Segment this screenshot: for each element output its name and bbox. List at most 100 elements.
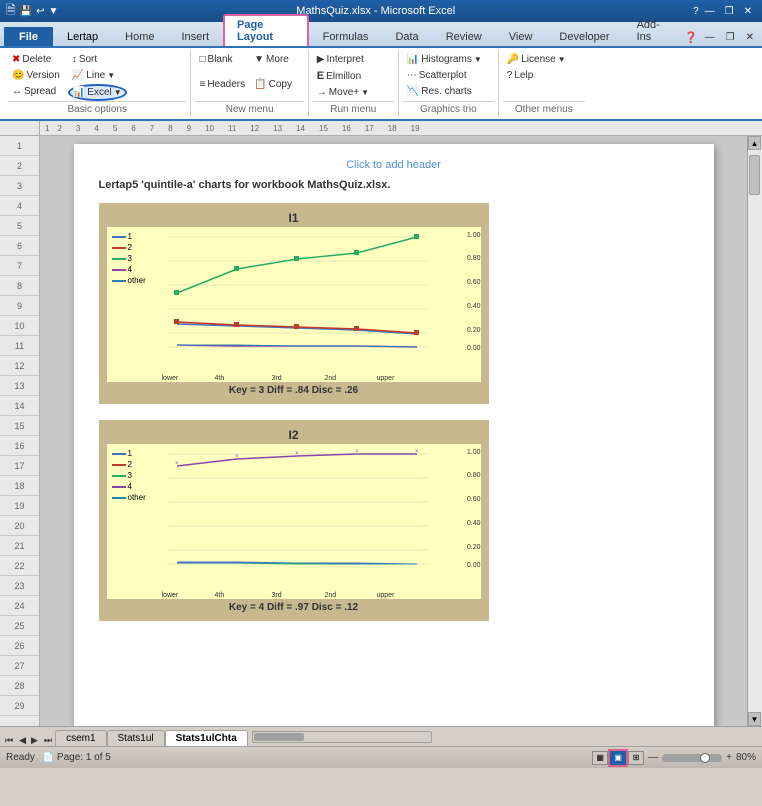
page-icon: 📄 bbox=[43, 752, 54, 762]
ribbon-close-button[interactable]: ✕ bbox=[742, 31, 758, 44]
row-num-12: 12 bbox=[0, 356, 39, 376]
h-scroll-thumb[interactable] bbox=[254, 733, 304, 741]
page-status: Page: 1 of 5 bbox=[57, 752, 111, 763]
quick-access-undo[interactable]: ↩ bbox=[36, 6, 44, 17]
sheet-nav-first[interactable]: ⏮ bbox=[2, 735, 16, 746]
sheet-nav-next[interactable]: ▶ bbox=[29, 735, 40, 746]
row-num-6: 6 bbox=[0, 236, 39, 256]
title-bar-controls: ? — ❐ ✕ bbox=[693, 5, 756, 18]
page-title: Lertap5 'quintile-a' charts for workbook… bbox=[99, 179, 689, 191]
copy-button[interactable]: 📋 Copy bbox=[250, 77, 304, 92]
page-break-view-button[interactable]: ⊞ bbox=[628, 751, 644, 765]
interpret-icon: ▶ bbox=[317, 54, 325, 65]
sheet-area[interactable]: Click to add header Lertap5 'quintile-a'… bbox=[40, 136, 747, 726]
normal-view-button[interactable]: ▦ bbox=[592, 751, 608, 765]
headers-button[interactable]: ≡ Headers bbox=[195, 77, 249, 92]
svg-text:×: × bbox=[355, 449, 359, 455]
tab-formulas[interactable]: Formulas bbox=[310, 27, 382, 46]
ruler-corner bbox=[0, 121, 40, 136]
quick-access-save[interactable]: 💾 bbox=[20, 6, 32, 17]
minimize-button[interactable]: — bbox=[701, 5, 719, 18]
tab-page-layout[interactable]: Page Layout bbox=[223, 14, 309, 46]
new-menu-label: New menu bbox=[195, 101, 303, 115]
chart-i2: I2 1 2 3 4 other bbox=[99, 420, 489, 621]
chart-i2-title: I2 bbox=[107, 428, 481, 442]
ribbon-help-icon[interactable]: ❓ bbox=[684, 31, 698, 44]
sheet-tab-stats1ulchta[interactable]: Stats1ulChta bbox=[165, 730, 248, 746]
page-layout-view-button[interactable]: ▣ bbox=[610, 751, 626, 765]
res-charts-icon: 📉 bbox=[407, 86, 419, 97]
sheet-tab-csem1[interactable]: csem1 bbox=[55, 730, 106, 746]
histograms-dropdown-icon: ▼ bbox=[474, 55, 482, 64]
zoom-slider[interactable] bbox=[662, 754, 722, 762]
elmillon-button[interactable]: E Elmillon bbox=[313, 68, 365, 84]
vertical-scrollbar[interactable]: ▲ ▼ bbox=[747, 136, 762, 726]
lelp-icon: ? bbox=[507, 70, 513, 81]
sheet-nav-last[interactable]: ⏭ bbox=[41, 735, 55, 746]
quick-access-more[interactable]: ▼ bbox=[49, 6, 59, 17]
tab-insert[interactable]: Insert bbox=[169, 27, 223, 46]
row-num-3: 3 bbox=[0, 176, 39, 196]
restore-button[interactable]: ❐ bbox=[721, 5, 738, 18]
scroll-down-button[interactable]: ▼ bbox=[748, 712, 761, 726]
sheet-tab-scroll-area bbox=[248, 728, 762, 746]
title-bar-left: 🗎 💾 ↩ ▼ bbox=[6, 1, 58, 22]
close-button[interactable]: ✕ bbox=[740, 5, 756, 18]
svg-text:×: × bbox=[415, 449, 419, 455]
histograms-button[interactable]: 📊 Histograms ▼ bbox=[403, 52, 486, 67]
row-num-25: 25 bbox=[0, 616, 39, 636]
chart-i2-caption: Key = 4 Diff = .97 Disc = .12 bbox=[107, 602, 481, 613]
scroll-up-button[interactable]: ▲ bbox=[748, 136, 761, 150]
ready-status: Ready bbox=[6, 752, 35, 763]
blank-icon: □ bbox=[199, 54, 205, 65]
sort-button[interactable]: ↕ Sort bbox=[68, 52, 127, 67]
ribbon-minimize-button[interactable]: — bbox=[701, 31, 719, 44]
tab-data[interactable]: Data bbox=[382, 27, 431, 46]
tab-view[interactable]: View bbox=[496, 27, 546, 46]
row-num-5: 5 bbox=[0, 216, 39, 236]
delete-icon: ✖ bbox=[12, 54, 20, 65]
sheet-tab-stats1ul[interactable]: Stats1ul bbox=[107, 730, 165, 746]
tab-add-ins[interactable]: Add-Ins bbox=[624, 15, 683, 46]
scatterplot-button[interactable]: ⋯ Scatterplot bbox=[403, 68, 471, 83]
svg-text:×: × bbox=[295, 451, 299, 457]
headers-icon: ≡ bbox=[199, 79, 205, 90]
column-ruler: 1 2 3 4 5 6 7 8 9 10 11 12 13 14 15 16 1… bbox=[40, 121, 762, 136]
row-num-23: 23 bbox=[0, 576, 39, 596]
help-icon[interactable]: ? bbox=[693, 6, 699, 17]
row-num-22: 22 bbox=[0, 556, 39, 576]
version-button[interactable]: 😊 Version bbox=[8, 68, 67, 83]
excel-button[interactable]: 📊 Excel ▼ bbox=[68, 84, 127, 101]
blank-button[interactable]: □ Blank bbox=[195, 52, 249, 67]
zoom-plus-button[interactable]: + bbox=[726, 752, 732, 763]
tab-lertap[interactable]: Lertap bbox=[54, 27, 111, 46]
add-header-prompt[interactable]: Click to add header bbox=[99, 159, 689, 171]
ribbon-restore-button[interactable]: ❐ bbox=[722, 31, 739, 44]
move-button[interactable]: → Move+ ▼ bbox=[313, 85, 373, 100]
row-num-13: 13 bbox=[0, 376, 39, 396]
zoom-thumb[interactable] bbox=[700, 753, 710, 763]
res-charts-button[interactable]: 📉 Res. charts bbox=[403, 84, 476, 99]
interpret-button[interactable]: ▶ Interpret bbox=[313, 52, 368, 67]
tab-file[interactable]: File bbox=[4, 27, 53, 46]
license-button[interactable]: 🔑 License ▼ bbox=[503, 52, 570, 67]
more-button[interactable]: ▼ More bbox=[250, 52, 304, 67]
sheet-tab-nav-arrows: ⏮ ◀ ▶ ⏭ bbox=[2, 735, 55, 746]
zoom-minus-button[interactable]: — bbox=[648, 752, 658, 763]
row-num-1: 1 bbox=[0, 136, 39, 156]
ribbon-group-new-menu: □ Blank ▼ More ≡ Headers 📋 Copy New menu bbox=[191, 50, 308, 117]
scatterplot-icon: ⋯ bbox=[407, 70, 417, 81]
scroll-thumb[interactable] bbox=[749, 155, 760, 195]
sheet-nav-prev[interactable]: ◀ bbox=[17, 735, 28, 746]
horizontal-scrollbar[interactable] bbox=[252, 731, 432, 743]
lelp-button[interactable]: ? Lelp bbox=[503, 68, 537, 83]
tab-review[interactable]: Review bbox=[433, 27, 495, 46]
row-num-7: 7 bbox=[0, 256, 39, 276]
tab-developer[interactable]: Developer bbox=[546, 27, 622, 46]
row-num-28: 28 bbox=[0, 676, 39, 696]
row-num-4: 4 bbox=[0, 196, 39, 216]
line-button[interactable]: 📈 Line ▼ bbox=[68, 68, 127, 83]
delete-button[interactable]: ✖ Delete bbox=[8, 52, 67, 67]
spread-button[interactable]: ↔ Spread bbox=[8, 84, 67, 99]
tab-home[interactable]: Home bbox=[112, 27, 167, 46]
